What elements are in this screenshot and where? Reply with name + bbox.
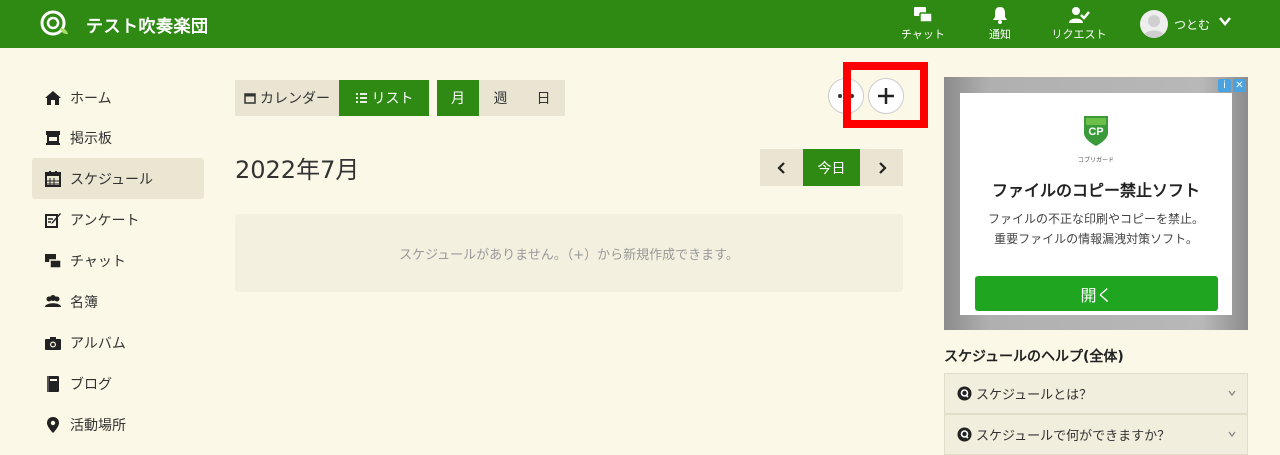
month-title: 2022年7月 (235, 156, 360, 184)
chat-icon (45, 253, 62, 269)
ad-description: ファイルの不正な印刷やコピーを禁止。 重要ファイルの情報漏洩対策ソフト。 (960, 209, 1232, 249)
sidebar-item-chat[interactable]: チャット (32, 240, 204, 281)
ad-info-icon[interactable]: i (1218, 79, 1231, 92)
ad-close-icon[interactable]: ✕ (1233, 79, 1246, 92)
camera-icon (45, 336, 61, 350)
sidebar-item-label: ホーム (70, 90, 112, 107)
range-toggle: 月 週 日 (437, 80, 565, 116)
sidebar-item-label: チャット (70, 253, 126, 270)
week-range-button[interactable]: 週 (479, 80, 522, 116)
top-header: テスト吹奏楽団 チャット 通知 リクエスト つとむ (0, 0, 1280, 48)
header-nav-request[interactable]: リクエスト (1047, 6, 1111, 44)
svg-text:CP: CP (1088, 126, 1103, 138)
day-range-button[interactable]: 日 (522, 80, 565, 116)
ad-title: ファイルのコピー禁止ソフト (991, 181, 1200, 200)
header-nav-label: リクエスト (1051, 28, 1107, 41)
chevron-down-icon (1228, 390, 1236, 397)
request-icon (1069, 7, 1090, 23)
chevron-down-icon (1219, 17, 1231, 26)
annotation-highlight-box (843, 62, 928, 128)
faq-question: スケジュールとは？ (976, 388, 1093, 403)
chevron-down-icon (1228, 431, 1236, 438)
sidebar-item-home[interactable]: ホーム (32, 77, 204, 118)
members-icon (45, 294, 61, 307)
list-view-label: リスト (371, 91, 414, 107)
avatar (1140, 10, 1168, 38)
app-logo-icon[interactable] (40, 10, 70, 38)
view-toggle: カレンダー リスト (235, 80, 429, 116)
map-pin-icon (47, 416, 59, 433)
sidebar-item-members[interactable]: 名簿 (32, 281, 204, 322)
user-silhouette-icon (1143, 15, 1165, 38)
ad-info-badge[interactable]: i ✕ (1218, 79, 1246, 92)
calendar-icon (45, 170, 61, 187)
next-month-button[interactable] (860, 149, 903, 186)
faq-item[interactable]: スケジュールで何ができますか？ (944, 414, 1248, 455)
calendar-icon (244, 93, 256, 104)
chevron-right-icon (878, 161, 887, 174)
date-navigation: 今日 (760, 149, 903, 186)
user-name: つとむ (1174, 18, 1211, 32)
sidebar-item-blog[interactable]: ブログ (32, 363, 204, 404)
sidebar-item-label: ブログ (70, 376, 112, 393)
calendar-view-button[interactable]: カレンダー (235, 80, 339, 116)
prev-month-button[interactable] (760, 149, 803, 186)
header-nav-chat[interactable]: チャット (898, 6, 948, 44)
sidebar-item-survey[interactable]: アンケート (32, 199, 204, 240)
sidebar-item-board[interactable]: 掲示板 (32, 117, 204, 158)
sidebar-item-label: 活動場所 (70, 417, 126, 434)
header-nav-label: チャット (901, 28, 945, 41)
ad-description-line: ファイルの不正な印刷やコピーを禁止。 (987, 212, 1204, 226)
chevron-left-icon (776, 161, 785, 174)
sidebar-item-label: スケジュール (70, 171, 154, 188)
sidebar-item-label: 掲示板 (70, 130, 112, 147)
sidebar-item-label: アンケート (70, 212, 140, 229)
month-range-button[interactable]: 月 (437, 80, 479, 116)
calendar-view-label: カレンダー (260, 91, 330, 107)
sidebar-item-location[interactable]: 活動場所 (32, 404, 204, 445)
list-icon (355, 93, 367, 103)
question-icon (957, 386, 972, 401)
sidebar-item-label: アルバム (70, 335, 126, 352)
faq-item[interactable]: スケジュールとは？ (944, 373, 1248, 414)
survey-icon (45, 212, 61, 228)
ad-description-line: 重要ファイルの情報漏洩対策ソフト。 (994, 232, 1198, 246)
board-icon (46, 130, 60, 145)
ad-shield-logo-icon: CP (1084, 116, 1108, 146)
home-icon (45, 90, 61, 105)
faq-question: スケジュールで何ができますか？ (976, 429, 1171, 444)
header-nav-label: 通知 (989, 28, 1011, 41)
sidebar-item-schedule[interactable]: スケジュール (32, 158, 204, 199)
list-view-button[interactable]: リスト (339, 80, 429, 116)
empty-schedule-message: スケジュールがありません。（+）から新規作成できます。 (235, 214, 903, 292)
help-title: スケジュールのヘルプ(全体) (944, 349, 1124, 365)
ad-brand: コプリガード (1077, 157, 1114, 164)
today-button[interactable]: 今日 (803, 149, 860, 186)
sidebar-item-label: 名簿 (70, 294, 98, 311)
bell-icon (993, 7, 1007, 24)
sidebar-item-album[interactable]: アルバム (32, 322, 204, 363)
app-title[interactable]: テスト吹奏楽団 (86, 12, 209, 37)
ad-banner[interactable]: i ✕ CP コプリガード ファイルのコピー禁止ソフト ファイルの不正な印刷やコ… (944, 77, 1248, 330)
ad-card: CP コプリガード ファイルのコピー禁止ソフト ファイルの不正な印刷やコピーを禁… (960, 93, 1232, 315)
chat-icon (914, 7, 933, 23)
book-icon (47, 375, 59, 392)
header-nav-notification[interactable]: 通知 (985, 6, 1015, 44)
question-icon (957, 427, 972, 442)
ad-open-button[interactable]: 開く (975, 276, 1218, 311)
